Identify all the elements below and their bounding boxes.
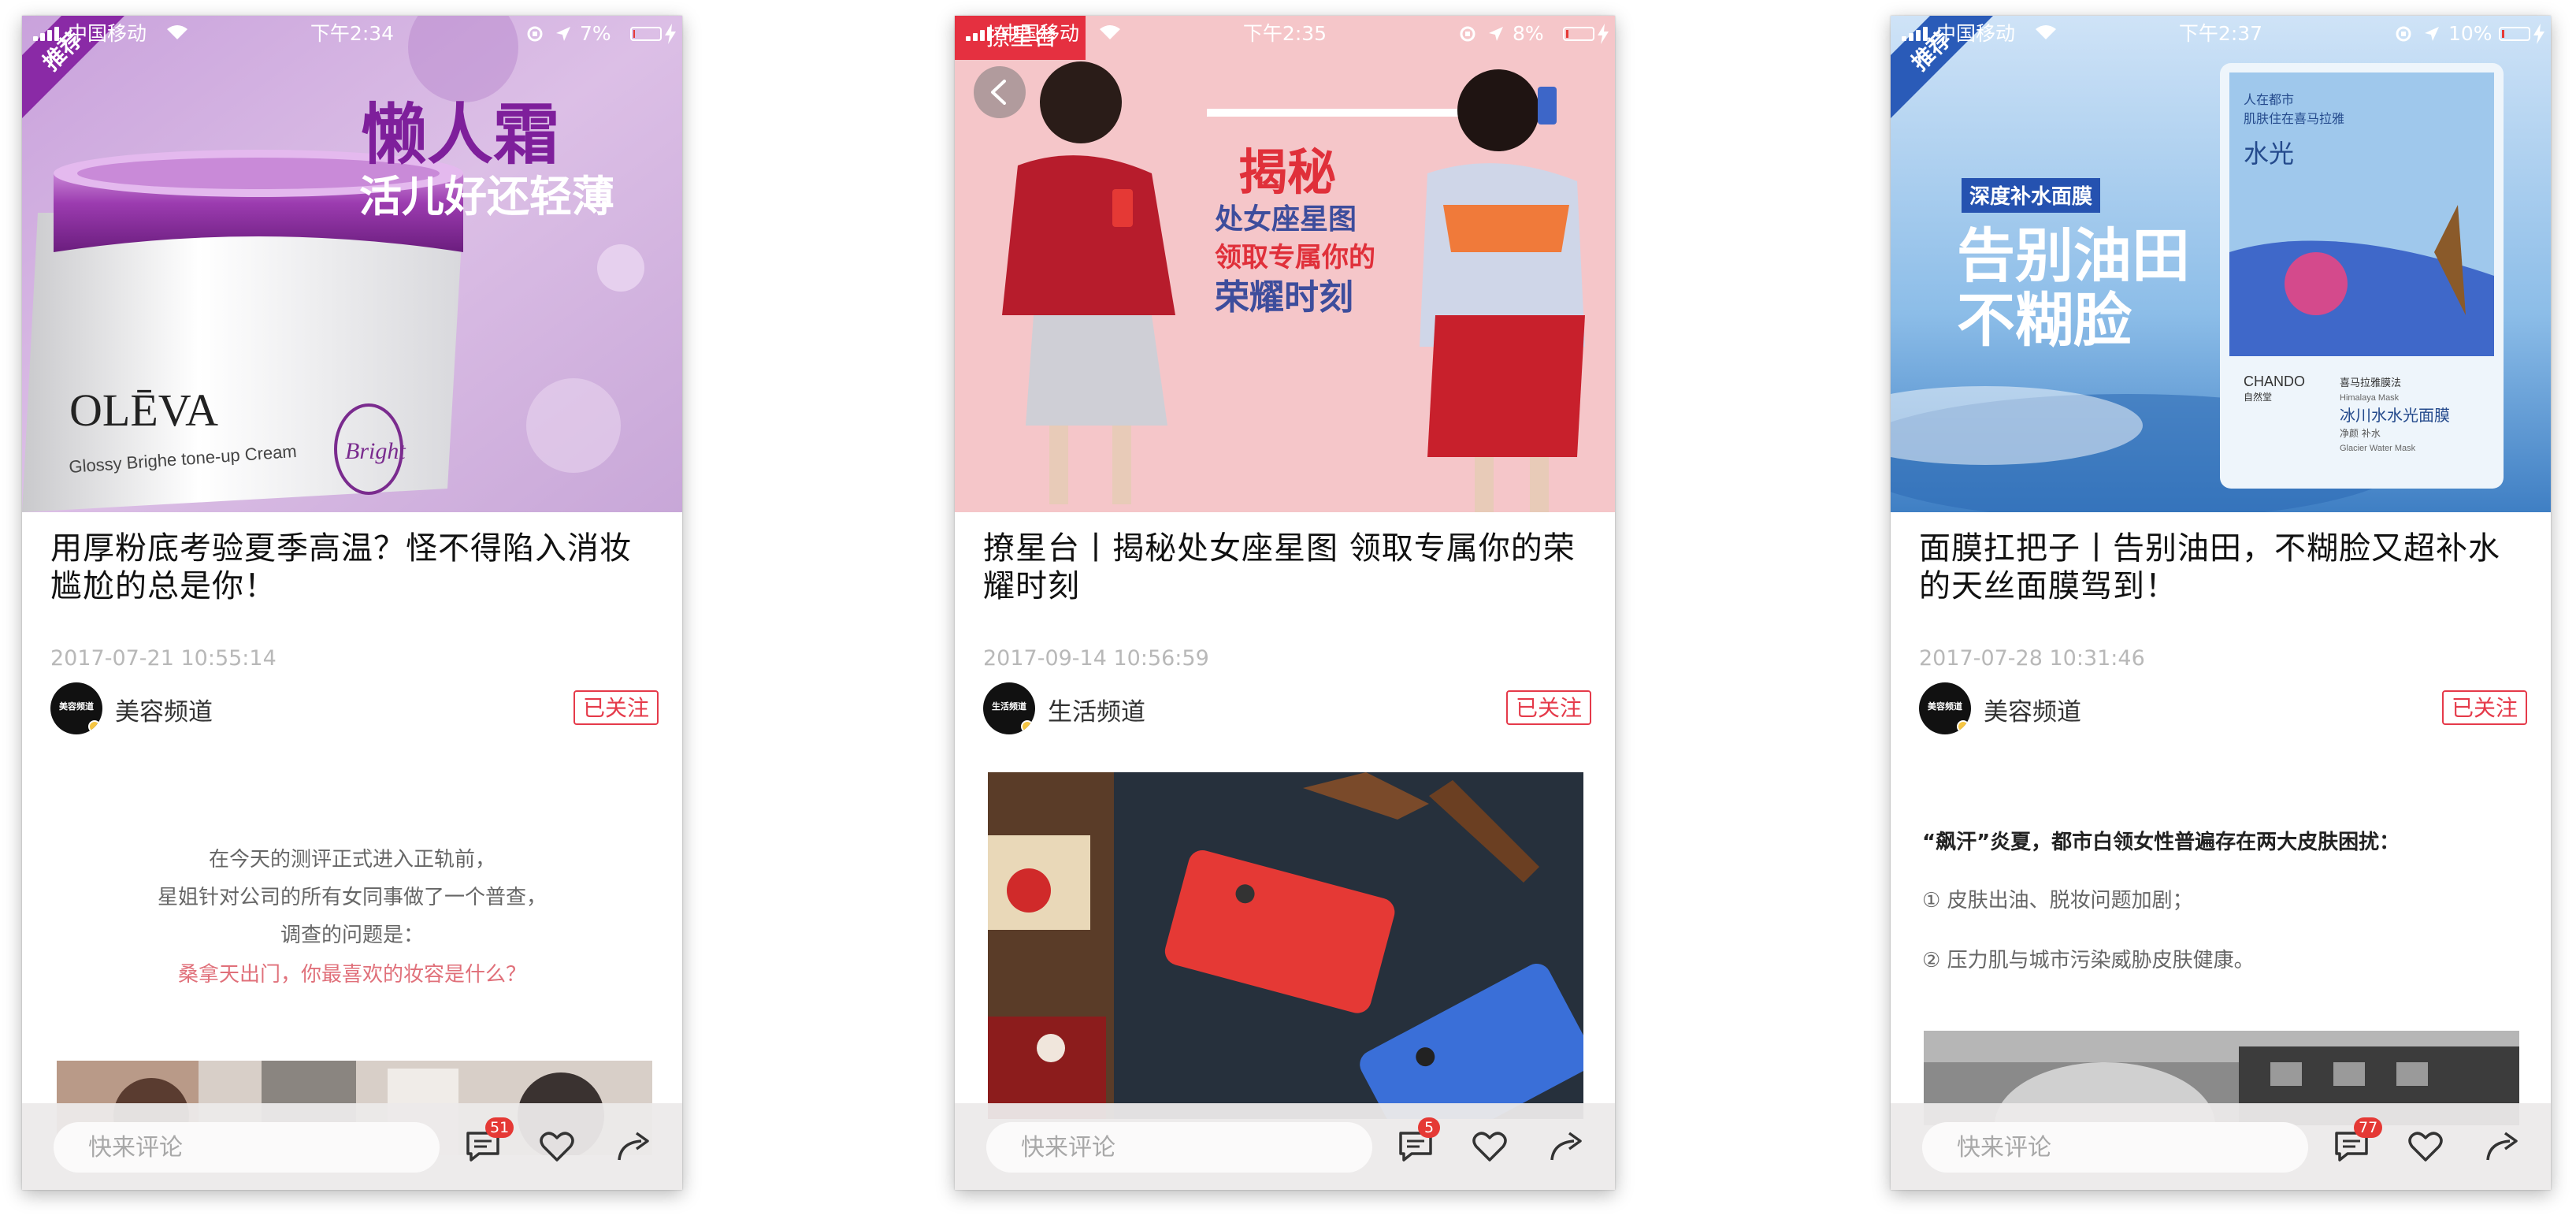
- like-button[interactable]: [2406, 1127, 2445, 1166]
- svg-text:Bright: Bright: [345, 438, 406, 464]
- status-bar: 中国移动 下午2:34 7%: [22, 16, 682, 52]
- author-avatar[interactable]: 美容频道: [1919, 682, 1971, 734]
- body-list-item: ② 压力肌与城市污染威胁皮肤健康。: [1922, 949, 2255, 972]
- author-name[interactable]: 生活频道: [1048, 692, 1145, 727]
- battery-icon: [630, 27, 662, 41]
- follow-button[interactable]: 已关注: [573, 690, 659, 725]
- comment-input[interactable]: [1922, 1122, 2308, 1173]
- location-icon: [1489, 27, 1503, 41]
- body-line: 调查的问题是：: [280, 924, 424, 947]
- publish-date: 2017-09-14 10:56:59: [983, 646, 1209, 671]
- article-title: 面膜扛把子丨告别油田，不糊脸又超补水的天丝面膜驾到！: [1919, 530, 2500, 604]
- svg-text:自然堂: 自然堂: [2244, 391, 2272, 403]
- follow-button[interactable]: 已关注: [2441, 690, 2527, 725]
- charging-icon: [1598, 24, 1609, 44]
- share-button[interactable]: [614, 1127, 654, 1166]
- status-bar: 中国移动 下午2:37 10%: [1891, 16, 2551, 52]
- phone-screen-1: OLĒVA Glossy Brighe tone-up Cream Bright…: [22, 16, 682, 1190]
- hero-headline: 懒人霜: [361, 96, 559, 173]
- back-icon: [991, 80, 1006, 105]
- bottom-action-bar: 51: [22, 1103, 682, 1190]
- share-button[interactable]: [1547, 1127, 1587, 1166]
- author-name[interactable]: 美容频道: [115, 692, 213, 727]
- heart-icon: [540, 1132, 574, 1162]
- article-title: 用厚粉底考验夏季高温？怪不得陷入消妆尴尬的总是你！: [50, 530, 632, 604]
- svg-text:净颜 补水: 净颜 补水: [2340, 427, 2381, 439]
- rotation-lock-icon: [2396, 26, 2411, 42]
- verified-badge: [88, 720, 101, 733]
- battery-icon: [2499, 27, 2530, 41]
- hero-subline: 活儿好还轻薄: [359, 172, 614, 221]
- hero-tag: 深度补水面膜: [1969, 184, 2092, 209]
- author-avatar[interactable]: 生活频道: [983, 682, 1035, 734]
- battery-percent: 10%: [2448, 22, 2492, 45]
- follow-button[interactable]: 已关注: [1505, 690, 1591, 725]
- like-button[interactable]: [1470, 1127, 1509, 1166]
- comment-button[interactable]: 51: [463, 1117, 514, 1166]
- comment-count-badge: 5: [1418, 1117, 1440, 1138]
- battery-percent: 8%: [1513, 22, 1544, 45]
- hero-image: 揭秘 处女座星图 领取专属你的 荣耀时刻: [955, 16, 1615, 512]
- svg-text:不糊脸: 不糊脸: [1957, 287, 2132, 355]
- body-highlight: 桑拿天出门，你最喜欢的妆容是什么？: [177, 963, 526, 987]
- publish-date: 2017-07-21 10:55:14: [50, 646, 277, 671]
- svg-text:Himalaya Mask: Himalaya Mask: [2340, 393, 2400, 403]
- rotation-lock-icon: [1460, 26, 1475, 42]
- status-bar: 中国移动 下午2:35 8%: [955, 16, 1615, 52]
- body-lead: “飙汗”炎夏，都市白领女性普遍存在两大皮肤困扰：: [1922, 831, 2400, 854]
- publish-date: 2017-07-28 10:31:46: [1919, 646, 2145, 671]
- svg-text:领取专属你的: 领取专属你的: [1215, 242, 1375, 273]
- svg-text:CHANDO: CHANDO: [2244, 374, 2305, 389]
- verified-badge: [1021, 720, 1034, 733]
- share-button[interactable]: [2483, 1127, 2522, 1166]
- hero-headline: 告别油田: [1957, 222, 2190, 290]
- battery-percent: 7%: [580, 22, 611, 45]
- phone-screen-2: 揭秘 处女座星图 领取专属你的 荣耀时刻 撩星台 中国移动 下午2:35 8% …: [955, 16, 1615, 1190]
- location-icon: [556, 27, 570, 41]
- comment-input[interactable]: [54, 1122, 440, 1173]
- comment-count-badge: 77: [2354, 1117, 2383, 1138]
- hero-headline: 揭秘: [1238, 143, 1336, 201]
- share-icon: [1550, 1132, 1582, 1161]
- author-avatar[interactable]: 美容频道: [50, 682, 102, 734]
- comment-button[interactable]: 5: [1396, 1117, 1440, 1166]
- location-icon: [2425, 27, 2439, 41]
- svg-text:人在都市: 人在都市: [2244, 92, 2294, 107]
- hero-brand: OLĒVA: [69, 385, 218, 436]
- charging-icon: [2533, 24, 2544, 44]
- heart-icon: [2408, 1132, 2443, 1162]
- svg-text:喜马拉雅膜法: 喜马拉雅膜法: [2340, 377, 2401, 389]
- hero-banner: OLĒVA Glossy Brighe tone-up Cream Bright…: [22, 16, 682, 512]
- hero-banner: 揭秘 处女座星图 领取专属你的 荣耀时刻 撩星台: [955, 16, 1615, 512]
- body-line: 在今天的测评正式进入正轨前，: [208, 848, 496, 872]
- body-list-item: ① 皮肤出油、脱妆问题加剧；: [1922, 889, 2193, 913]
- rotation-lock-icon: [527, 26, 543, 42]
- charging-icon: [665, 24, 676, 44]
- svg-text:水光: 水光: [2244, 139, 2294, 169]
- svg-text:冰川水水光面膜: 冰川水水光面膜: [2340, 406, 2450, 425]
- body-line: 星姐针对公司的所有女同事做了一个普查，: [157, 886, 547, 909]
- verified-badge: [1957, 720, 1969, 733]
- svg-text:Glacier Water Mask: Glacier Water Mask: [2340, 444, 2416, 453]
- svg-text:肌肤住在喜马拉雅: 肌肤住在喜马拉雅: [2244, 111, 2344, 126]
- share-icon: [2486, 1132, 2518, 1161]
- svg-text:处女座星图: 处女座星图: [1215, 203, 1357, 236]
- bottom-action-bar: 77: [1891, 1103, 2551, 1190]
- article-title: 撩星台丨揭秘处女座星图 领取专属你的荣耀时刻: [983, 530, 1576, 604]
- comment-button[interactable]: 77: [2332, 1117, 2383, 1166]
- comment-input[interactable]: [986, 1122, 1372, 1173]
- bottom-action-bar: 5: [955, 1103, 1615, 1190]
- heart-icon: [1472, 1132, 1507, 1162]
- author-name[interactable]: 美容频道: [1984, 692, 2081, 727]
- svg-text:荣耀时刻: 荣耀时刻: [1215, 277, 1353, 318]
- hero-banner: 人在都市 肌肤住在喜马拉雅 水光 CHANDO 自然堂 喜马拉雅膜法 Himal…: [1891, 16, 2551, 512]
- back-button[interactable]: [974, 66, 1026, 118]
- comment-count-badge: 51: [485, 1117, 514, 1138]
- like-button[interactable]: [537, 1127, 577, 1166]
- article-photo: [988, 772, 1583, 1119]
- phone-screen-3: 人在都市 肌肤住在喜马拉雅 水光 CHANDO 自然堂 喜马拉雅膜法 Himal…: [1891, 16, 2551, 1190]
- share-icon: [618, 1132, 649, 1161]
- battery-icon: [1563, 27, 1594, 41]
